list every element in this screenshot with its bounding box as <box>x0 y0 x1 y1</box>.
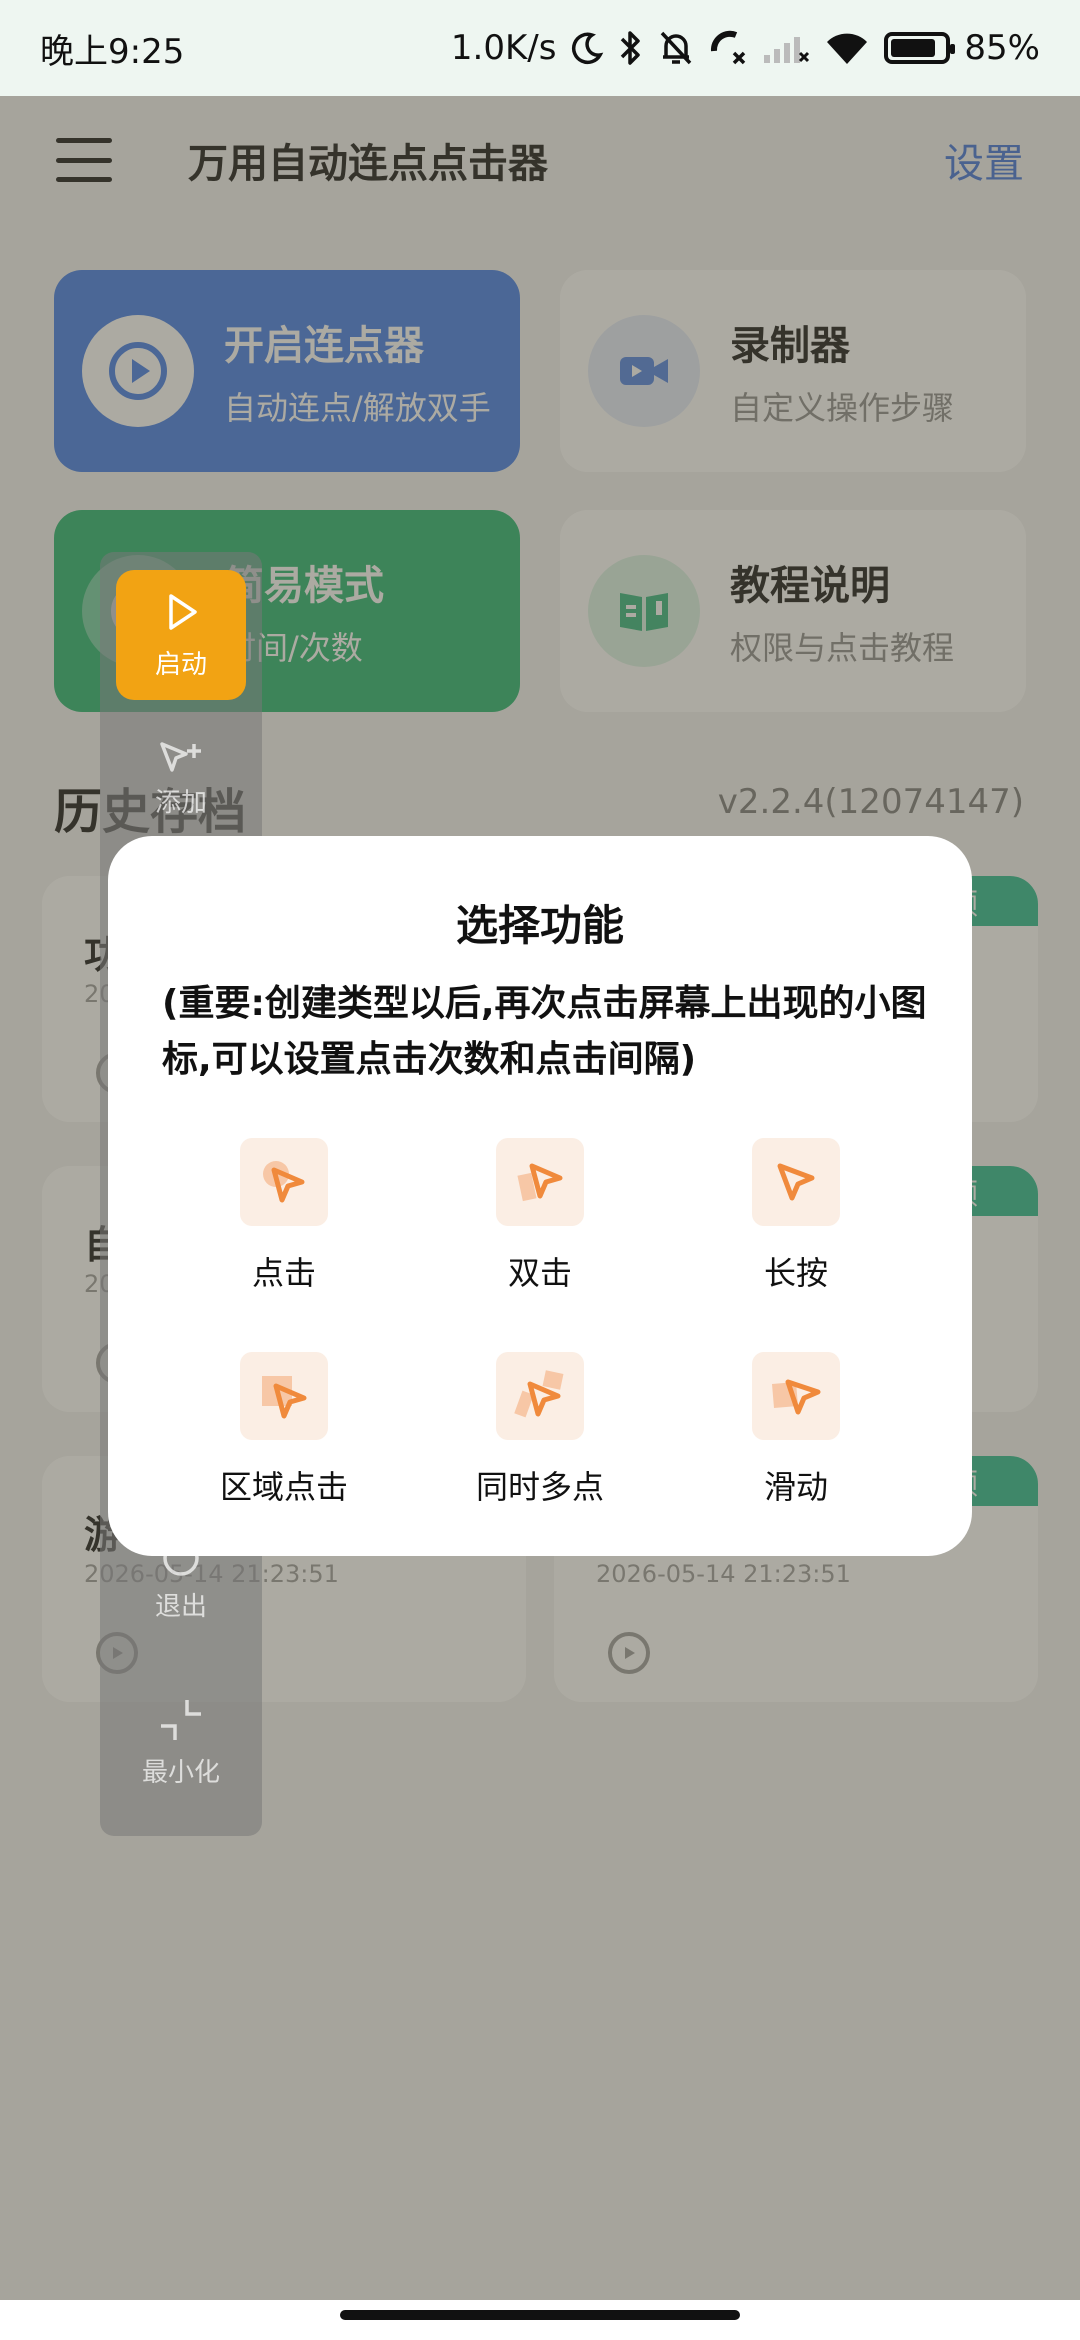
float-add-button[interactable]: 添加 <box>100 738 262 819</box>
select-function-dialog: 选择功能 (重要:创建类型以后,再次点击屏幕上出现的小图标,可以设置点击次数和点… <box>108 836 972 1556</box>
float-minimize-label: 最小化 <box>141 1758 220 1788</box>
minimize-icon <box>161 1700 201 1740</box>
float-add-label: 添加 <box>154 788 207 818</box>
dialog-title: 选择功能 <box>455 901 624 950</box>
network-speed: 1.0K/s <box>450 28 557 68</box>
float-start-button[interactable]: 启动 <box>116 570 246 700</box>
function-label: 双击 <box>507 1254 572 1292</box>
area-tap-icon <box>240 1352 328 1440</box>
tap-icon <box>240 1138 328 1226</box>
status-time: 晚上9:25 <box>40 31 185 72</box>
function-multi-tap[interactable]: 同时多点 <box>430 1352 650 1508</box>
add-pointer-icon <box>160 742 201 772</box>
function-label: 滑动 <box>763 1468 828 1506</box>
moon-icon <box>570 28 604 68</box>
double-tap-icon <box>496 1138 584 1226</box>
status-icons: 1.0K/s 85% <box>451 28 1040 68</box>
dialog-note: (重要:创建类型以后,再次点击屏幕上出现的小图标,可以设置点击次数和点击间隔) <box>162 983 927 1080</box>
function-tap[interactable]: 点击 <box>174 1138 394 1294</box>
bell-off-icon <box>658 28 694 68</box>
bluetooth-icon <box>618 28 644 68</box>
float-exit-label: 退出 <box>154 1592 207 1622</box>
swipe-icon <box>752 1352 840 1440</box>
signal-icon <box>762 28 810 68</box>
function-swipe[interactable]: 滑动 <box>686 1352 906 1508</box>
function-label: 区域点击 <box>219 1468 348 1506</box>
function-area-tap[interactable]: 区域点击 <box>174 1352 394 1508</box>
function-label: 同时多点 <box>475 1468 604 1506</box>
play-outline-icon <box>169 593 197 630</box>
battery-icon <box>884 32 956 64</box>
nav-bar-area <box>0 2300 1080 2340</box>
home-indicator[interactable] <box>340 2310 740 2320</box>
long-press-icon <box>752 1138 840 1226</box>
multi-tap-icon <box>496 1352 584 1440</box>
call-blocked-icon <box>708 28 748 68</box>
battery-level: 85% <box>964 28 1040 68</box>
function-label: 长按 <box>763 1254 828 1292</box>
function-long-press[interactable]: 长按 <box>686 1138 906 1294</box>
function-label: 点击 <box>251 1254 316 1292</box>
float-minimize-button[interactable]: 最小化 <box>100 1694 262 1789</box>
float-start-label: 启动 <box>154 649 207 680</box>
wifi-icon <box>824 28 870 68</box>
status-bar: 晚上9:25 1.0K/s 85% <box>0 0 1080 96</box>
function-double-tap[interactable]: 双击 <box>430 1138 650 1294</box>
